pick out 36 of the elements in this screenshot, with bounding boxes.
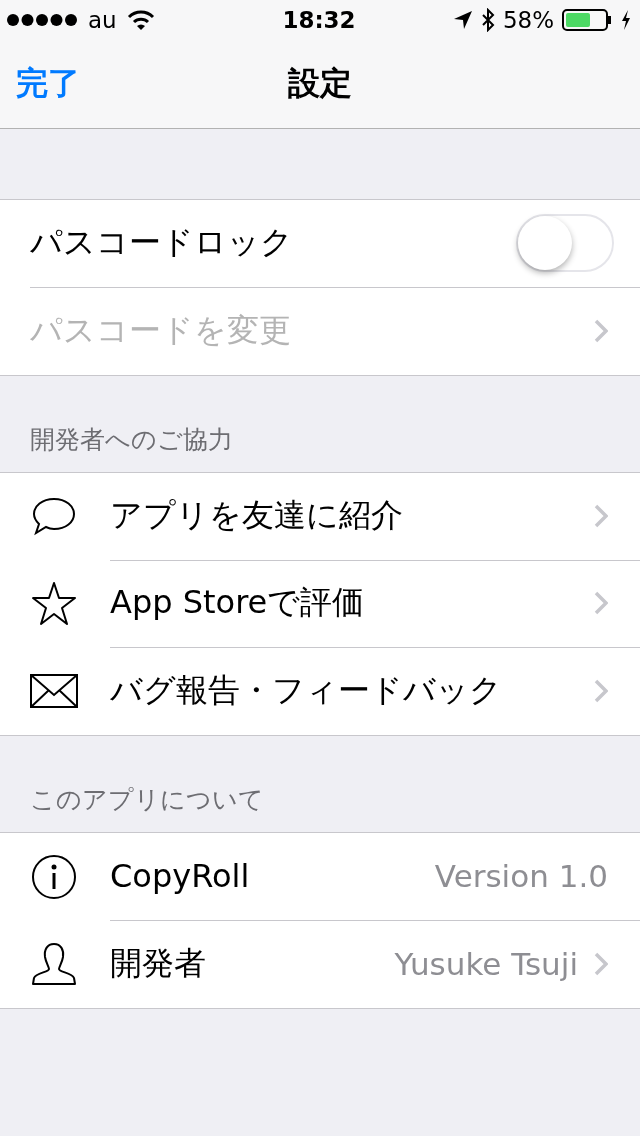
done-button[interactable]: 完了: [16, 62, 80, 106]
settings-row[interactable]: 開発者 Yusuke Tsuji: [0, 920, 640, 1008]
chevron-icon: [594, 319, 608, 343]
battery-percentage: 58%: [502, 7, 554, 33]
row-label: パスコードを変更: [30, 310, 292, 351]
detail-text: Yusuke Tsuji: [394, 946, 578, 982]
charging-bolt-icon: [620, 9, 632, 31]
chevron-icon: [594, 504, 608, 528]
row-label: App Storeで評価: [110, 582, 366, 623]
detail-text: Version 1.0: [434, 858, 608, 894]
row-label: アプリを友達に紹介: [110, 495, 404, 536]
settings-row[interactable]: アプリを友達に紹介: [0, 473, 640, 560]
row-label: CopyRoll: [110, 857, 251, 895]
settings-row[interactable]: パスコードロック: [0, 200, 640, 287]
screen-title: 設定: [288, 63, 352, 104]
chevron-icon: [594, 952, 608, 976]
star-icon: [30, 579, 78, 628]
battery-icon: [562, 9, 612, 31]
chevron-icon: [594, 591, 608, 615]
section-header: 開発者へのご協力: [30, 424, 233, 456]
carrier-name: au: [88, 7, 117, 33]
toggle-switch[interactable]: [516, 214, 614, 272]
row-label: バグ報告・フィードバック: [110, 670, 503, 711]
row-label: 開発者: [110, 943, 207, 984]
location-arrow-icon: [452, 10, 473, 30]
wifi-icon: [126, 9, 155, 31]
signal-icon: [6, 13, 78, 27]
info-icon: [30, 852, 78, 901]
person-icon: [30, 940, 78, 988]
section-header: このアプリについて: [30, 784, 264, 816]
bluetooth-icon: [480, 8, 495, 32]
status-time: 18:32: [282, 7, 356, 33]
chevron-icon: [594, 679, 608, 703]
row-label: パスコードロック: [30, 222, 294, 263]
settings-row[interactable]: App Storeで評価: [0, 560, 640, 647]
settings-row[interactable]: バグ報告・フィードバック: [0, 647, 640, 735]
